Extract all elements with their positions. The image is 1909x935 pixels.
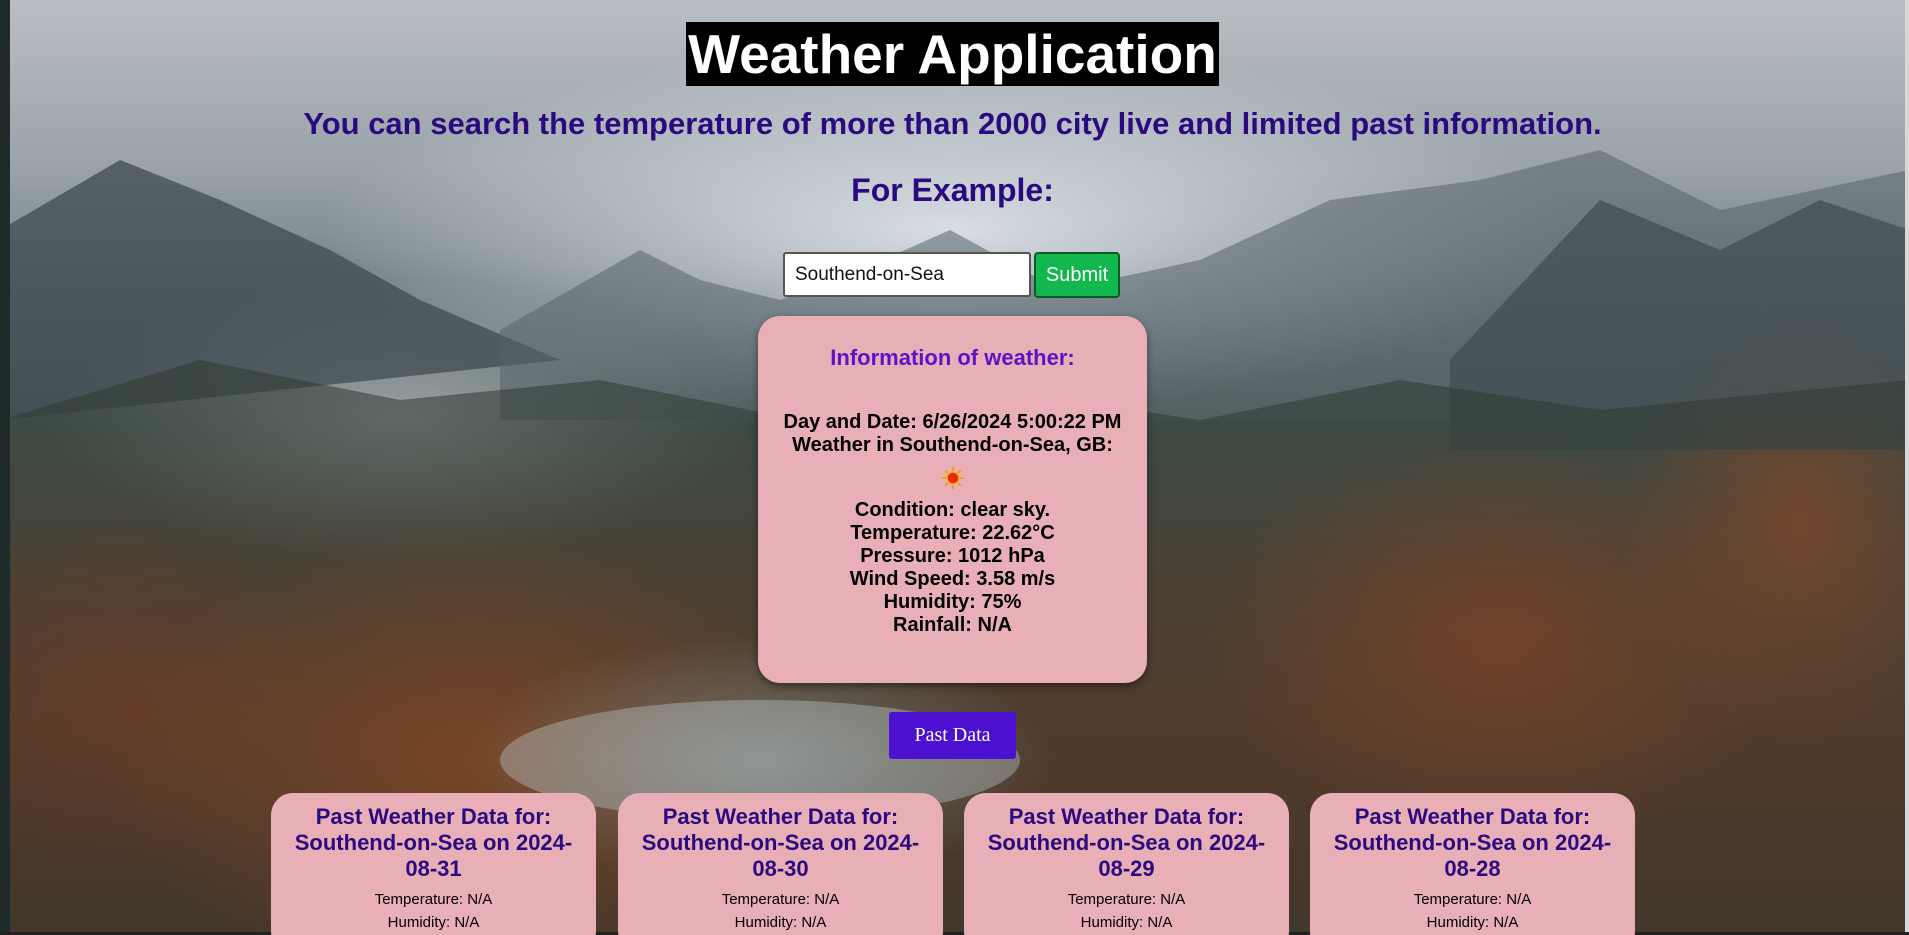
past-humidity: Humidity: N/A: [1426, 914, 1519, 931]
current-weather-card: Information of weather: Day and Date: 6/…: [758, 316, 1147, 683]
app-subtitle: You can search the temperature of more t…: [303, 106, 1602, 141]
past-temperature: Temperature: N/A: [1413, 891, 1532, 908]
past-humidity: Humidity: N/A: [734, 914, 827, 931]
pressure-text: Pressure: 1012 hPa: [860, 545, 1045, 567]
past-humidity: Humidity: N/A: [1080, 914, 1173, 931]
rainfall-text: Rainfall: N/A: [893, 614, 1012, 636]
example-label: For Example:: [851, 172, 1054, 208]
datetime-text: Day and Date: 6/26/2024 5:00:22 PM: [783, 411, 1122, 433]
past-weather-card: Past Weather Data for: Southend-on-Sea o…: [271, 793, 596, 935]
past-temperature: Temperature: N/A: [1067, 891, 1186, 908]
past-card-title: Past Weather Data for: Southend-on-Sea o…: [641, 804, 920, 881]
weather-info-heading: Information of weather:: [830, 345, 1075, 370]
humidity-text: Humidity: 75%: [883, 591, 1022, 613]
condition-text: Condition: clear sky.: [854, 499, 1051, 521]
past-humidity: Humidity: N/A: [387, 914, 480, 931]
past-weather-card: Past Weather Data for: Southend-on-Sea o…: [618, 793, 943, 935]
past-temperature: Temperature: N/A: [721, 891, 840, 908]
past-card-title: Past Weather Data for: Southend-on-Sea o…: [987, 804, 1266, 881]
wind-speed-text: Wind Speed: 3.58 m/s: [849, 568, 1056, 590]
location-text: Weather in Southend-on-Sea, GB:: [792, 434, 1113, 456]
submit-button[interactable]: Submit: [1034, 252, 1120, 298]
background-landscape: Weather Application You can search the t…: [0, 0, 1909, 935]
scrollbar-track[interactable]: [1905, 0, 1909, 935]
past-weather-card: Past Weather Data for: Southend-on-Sea o…: [964, 793, 1289, 935]
city-search-input[interactable]: [783, 252, 1031, 297]
app-title: Weather Application: [686, 22, 1219, 86]
temperature-text: Temperature: 22.62°C: [850, 522, 1055, 544]
title-container: Weather Application: [0, 22, 1905, 86]
past-card-title: Past Weather Data for: Southend-on-Sea o…: [294, 804, 573, 881]
past-weather-card: Past Weather Data for: Southend-on-Sea o…: [1310, 793, 1635, 935]
past-data-button[interactable]: Past Data: [889, 712, 1016, 759]
sun-icon: [941, 467, 964, 489]
past-card-title: Past Weather Data for: Southend-on-Sea o…: [1333, 804, 1612, 881]
past-temperature: Temperature: N/A: [374, 891, 493, 908]
